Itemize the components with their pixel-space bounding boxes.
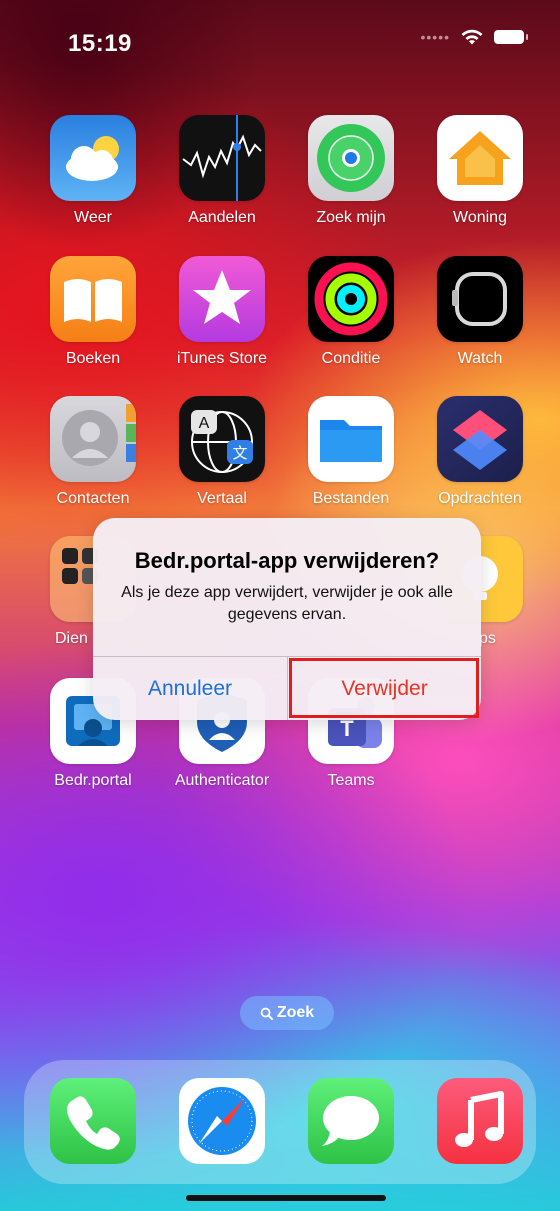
dock <box>24 1060 536 1184</box>
app-label: Vertaal <box>197 490 247 507</box>
battery-icon <box>494 30 528 44</box>
app-bestanden[interactable]: Bestanden <box>286 396 416 508</box>
app-label: Authenticator <box>174 772 270 789</box>
home-indicator[interactable] <box>186 1195 386 1201</box>
cancel-button[interactable]: Annuleer <box>93 657 287 720</box>
app-vertaal[interactable]: A 文 Vertaal <box>157 396 287 508</box>
wifi-icon <box>461 29 483 45</box>
signal-dots-icon: ••••• <box>420 29 450 45</box>
alert-title: Bedr.portal-app verwijderen? <box>134 548 440 573</box>
search-pill[interactable]: Zoek <box>240 996 334 1030</box>
app-label: Boeken <box>65 350 121 367</box>
app-itunes-store[interactable]: iTunes Store <box>157 256 287 368</box>
app-weer[interactable]: Weer <box>28 115 158 227</box>
app-aandelen[interactable]: Aandelen <box>157 115 287 227</box>
translate-icon: A 文 <box>179 396 265 482</box>
phone-icon[interactable] <box>50 1078 136 1164</box>
contacts-icon <box>50 396 136 482</box>
app-label: Zoek mijn <box>316 209 386 226</box>
music-icon[interactable] <box>437 1078 523 1164</box>
app-label: Woning <box>453 209 507 226</box>
search-icon <box>260 1007 273 1020</box>
messages-icon[interactable] <box>308 1078 394 1164</box>
app-label: Bedr.portal <box>54 772 132 789</box>
itunes-star-icon <box>179 256 265 342</box>
files-folder-icon <box>308 396 394 482</box>
svg-text:文: 文 <box>232 444 247 462</box>
status-time: 15:19 <box>68 30 132 57</box>
app-conditie[interactable]: Conditie <box>286 256 416 368</box>
app-contacten[interactable]: Contacten <box>28 396 158 508</box>
status-icons: ••••• <box>420 28 528 46</box>
app-label: Contacten <box>56 490 130 507</box>
watch-icon <box>437 256 523 342</box>
app-woning[interactable]: Woning <box>415 115 545 227</box>
app-label: Aandelen <box>188 209 256 226</box>
alert-message: Als je deze app verwijdert, verwijder je… <box>121 584 453 623</box>
home-screen: 15:19 ••••• Weer Aandelen Zoek mijn Woni… <box>0 0 560 1211</box>
fitness-rings-icon <box>308 256 394 342</box>
app-label: Teams <box>327 772 375 789</box>
app-label: Weer <box>74 209 112 226</box>
shortcuts-icon <box>437 396 523 482</box>
app-label: Opdrachten <box>438 490 522 507</box>
app-watch[interactable]: Watch <box>415 256 545 368</box>
findmy-icon <box>308 115 394 201</box>
app-boeken[interactable]: Boeken <box>28 256 158 368</box>
weather-icon <box>50 115 136 201</box>
safari-compass-icon[interactable] <box>179 1078 265 1164</box>
books-icon <box>50 256 136 342</box>
app-opdrachten[interactable]: Opdrachten <box>415 396 545 508</box>
app-label: Bestanden <box>312 490 390 507</box>
home-icon <box>437 115 523 201</box>
stocks-icon <box>179 115 265 201</box>
search-label: Zoek <box>276 1004 315 1021</box>
app-label: Watch <box>457 350 503 367</box>
svg-text:A: A <box>199 415 210 432</box>
app-label: iTunes Store <box>176 350 268 367</box>
delete-button-highlight <box>289 658 479 718</box>
app-zoek-mijn[interactable]: Zoek mijn <box>286 115 416 227</box>
app-label: Conditie <box>321 350 381 367</box>
